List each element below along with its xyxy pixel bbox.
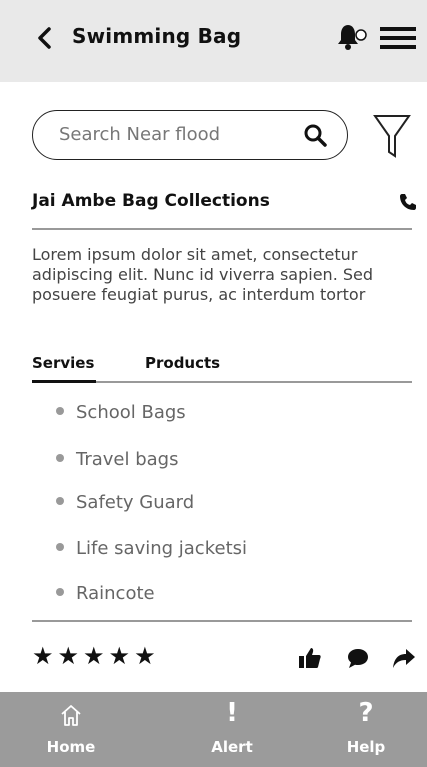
bullet-icon	[56, 454, 64, 462]
nav-help[interactable]: ? Help	[330, 692, 402, 767]
tab-products[interactable]: Products	[145, 354, 220, 372]
nav-alert[interactable]: ! Alert	[196, 692, 268, 767]
tab-services[interactable]: Servies	[32, 354, 94, 372]
divider	[32, 228, 412, 230]
thumbs-up-icon[interactable]	[298, 646, 322, 670]
hamburger-menu-icon[interactable]	[380, 26, 416, 50]
service-label: Raincote	[76, 583, 155, 604]
tab-divider	[96, 381, 412, 383]
list-item: School Bags	[56, 402, 186, 423]
page-title: Swimming Bag	[72, 24, 242, 48]
list-item: Raincote	[56, 583, 155, 604]
nav-home[interactable]: Home	[35, 692, 107, 767]
search-input[interactable]: Search Near flood	[59, 124, 220, 145]
comment-icon[interactable]	[346, 646, 370, 670]
service-label: Travel bags	[76, 449, 179, 470]
active-tab-indicator	[32, 380, 96, 383]
app-bar: Swimming Bag	[0, 0, 427, 82]
bullet-icon	[56, 543, 64, 551]
search-icon[interactable]	[303, 123, 327, 147]
nav-alert-label: Alert	[211, 738, 253, 756]
service-label: Life saving jacketsi	[76, 538, 247, 559]
back-icon[interactable]	[36, 26, 54, 50]
bullet-icon	[56, 497, 64, 505]
nav-home-label: Home	[46, 738, 96, 756]
home-icon	[61, 705, 81, 726]
search-bar[interactable]: Search Near flood	[32, 110, 348, 160]
bullet-icon	[56, 407, 64, 415]
share-icon[interactable]	[392, 646, 416, 670]
alert-icon: !	[226, 698, 238, 728]
notification-bell-icon[interactable]	[336, 23, 368, 51]
service-label: School Bags	[76, 402, 186, 423]
bullet-icon	[56, 588, 64, 596]
phone-icon[interactable]	[398, 192, 418, 212]
nav-help-label: Help	[346, 738, 386, 756]
divider	[32, 620, 412, 622]
filter-icon[interactable]	[372, 110, 412, 162]
star-rating: ★★★★★	[32, 642, 160, 670]
help-icon: ?	[358, 698, 374, 728]
bottom-navigation: Home ! Alert ? Help	[0, 692, 427, 767]
shop-name: Jai Ambe Bag Collections	[32, 191, 270, 211]
list-item: Life saving jacketsi	[56, 538, 247, 559]
list-item: Safety Guard	[56, 492, 194, 513]
list-item: Travel bags	[56, 449, 179, 470]
shop-description: Lorem ipsum dolor sit amet, consectetur …	[32, 245, 374, 304]
service-label: Safety Guard	[76, 492, 195, 513]
